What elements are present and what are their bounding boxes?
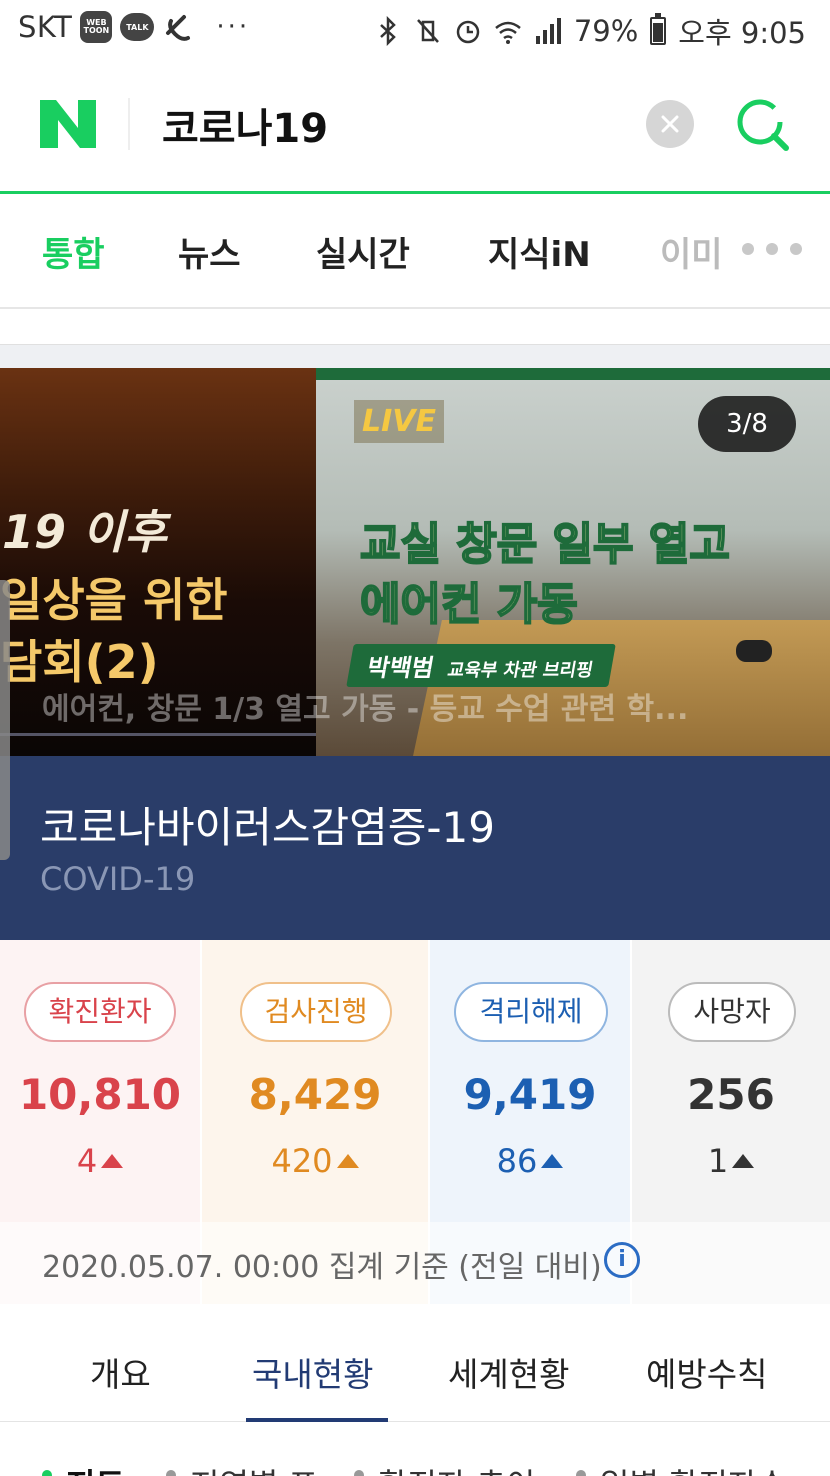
tab-integrated[interactable]: 통합 (42, 227, 105, 276)
stat-confirmed-delta: 4 (0, 1142, 200, 1180)
increase-arrow-icon (101, 1154, 124, 1168)
status-right: 79% 오후 9:05 (374, 10, 806, 52)
alarm-icon (456, 20, 480, 44)
covid-subtabs: 개요 국내현황 세계현황 예방수칙 (0, 1304, 830, 1422)
stat-testing-label: 검사진행 (240, 982, 392, 1042)
search-header: 코로나19 (0, 58, 830, 194)
bluetooth-icon (379, 16, 396, 46)
increase-arrow-icon (336, 1154, 359, 1168)
video-carousel[interactable]: 19 이후 일상을 위한 담회(2) LIVE 3/8 교실 창문 일부 열고 … (0, 368, 830, 756)
speaker-name: 박백범 (365, 654, 437, 682)
thumb-divider (0, 733, 316, 736)
signal-icon (535, 18, 561, 44)
status-bar: SKT WEB TOON TALK ··· 79% 오후 9:05 (0, 0, 830, 58)
stat-released-delta: 86 (430, 1142, 630, 1180)
disease-subtitle: COVID-19 (40, 860, 196, 898)
tab-overview[interactable]: 개요 (90, 1348, 151, 1396)
filter-map[interactable]: 지도 (66, 1460, 125, 1476)
section-gap (0, 345, 830, 368)
info-icon[interactable]: i (604, 1242, 640, 1278)
edge-panel-handle[interactable] (0, 580, 10, 860)
no-call-icon (166, 15, 191, 41)
stat-confirmed-label: 확진환자 (24, 982, 176, 1042)
tab-domestic-status[interactable]: 국내현황 (252, 1348, 373, 1396)
increase-arrow-icon (732, 1154, 755, 1168)
tab-knowledge-in[interactable]: 지식iN (488, 227, 591, 276)
speaker-chyron: 박백범 교육부 차관 브리핑 (346, 644, 616, 687)
tab-world-status[interactable]: 세계현황 (448, 1348, 569, 1396)
stat-deaths-label: 사망자 (668, 982, 796, 1042)
disease-title: 코로나바이러스감염증-19 (40, 803, 495, 852)
battery-icon (650, 13, 667, 45)
bullet-icon (166, 1470, 176, 1476)
increase-arrow-icon (541, 1154, 564, 1168)
timestamp-text: 2020.05.07. 00:00 집계 기준 (전일 대비) (42, 1250, 602, 1285)
video-headline-line2: 에어컨 가동 (359, 578, 579, 631)
live-badge: LIVE (354, 400, 444, 443)
video-headline-line1: 교실 창문 일부 열고 (359, 518, 731, 571)
stat-released-value: 9,419 (463, 1070, 597, 1119)
stat-released-label: 격리해제 (454, 982, 608, 1042)
category-tabs: 통합 뉴스 실시간 지식iN 이미 (0, 197, 830, 309)
tab-realtime[interactable]: 실시간 (316, 227, 410, 276)
stat-testing-delta: 420 (202, 1142, 428, 1180)
tab-images[interactable]: 이미 (660, 227, 723, 276)
wifi-icon (495, 21, 521, 44)
filter-trend[interactable]: 확진자 추이 (378, 1460, 535, 1476)
thumb-title-line3: 담회(2) (0, 635, 159, 689)
tabs-bottom-strip (0, 311, 830, 345)
data-timestamp: 2020.05.07. 00:00 집계 기준 (전일 대비) i (0, 1222, 830, 1304)
filter-region-table[interactable]: 지역별 표 (190, 1460, 318, 1476)
sub-filter-row: 지도 지역별 표 확진자 추이 일별 확진자수 (0, 1422, 830, 1476)
overflow-indicator: ··· (216, 12, 251, 42)
naver-logo-icon[interactable] (38, 98, 98, 150)
status-left: SKT WEB TOON TALK ··· (18, 10, 250, 44)
search-query[interactable]: 코로나19 (162, 96, 328, 154)
close-icon (661, 115, 679, 133)
stat-deaths-delta: 1 (632, 1142, 830, 1180)
stat-confirmed-value: 10,810 (18, 1070, 182, 1119)
tab-news[interactable]: 뉴스 (178, 227, 241, 276)
bullet-icon (576, 1470, 586, 1476)
filter-daily[interactable]: 일별 확진자수 (600, 1460, 787, 1476)
thumb-title-line1: 19 이후 (2, 505, 167, 559)
stat-deaths-value: 256 (687, 1070, 775, 1119)
bullet-icon (354, 1470, 364, 1476)
search-divider (128, 98, 130, 150)
webtoon-app-icon: WEB TOON (80, 11, 113, 43)
clock: 오후 9:05 (678, 16, 806, 50)
talk-app-icon: TALK (120, 13, 155, 41)
tab-prevention[interactable]: 예방수칙 (646, 1348, 767, 1396)
disease-title-block: 코로나바이러스감염증-19 COVID-19 (0, 756, 830, 940)
stat-testing-value: 8,429 (248, 1070, 382, 1119)
more-tabs-button[interactable] (742, 243, 802, 255)
covid-stats: 확진환자 10,810 4 검사진행 8,429 420 격리해제 9,419 … (0, 940, 830, 1304)
thumb-title-line2: 일상을 위한 (0, 573, 228, 627)
microphone-graphic (736, 640, 772, 662)
video-caption[interactable]: 에어컨, 창문 1/3 열고 가동 - 등교 수업 관련 학... (42, 684, 688, 728)
slide-counter: 3/8 (698, 396, 796, 452)
speaker-role: 교육부 차관 브리핑 (445, 660, 595, 681)
bullet-icon (42, 1470, 52, 1476)
search-icon[interactable] (734, 96, 792, 154)
battery-percent: 79% (573, 14, 639, 48)
carrier-label: SKT (18, 10, 73, 44)
clear-search-button[interactable] (646, 100, 694, 148)
vibrate-mute-icon (416, 19, 439, 43)
